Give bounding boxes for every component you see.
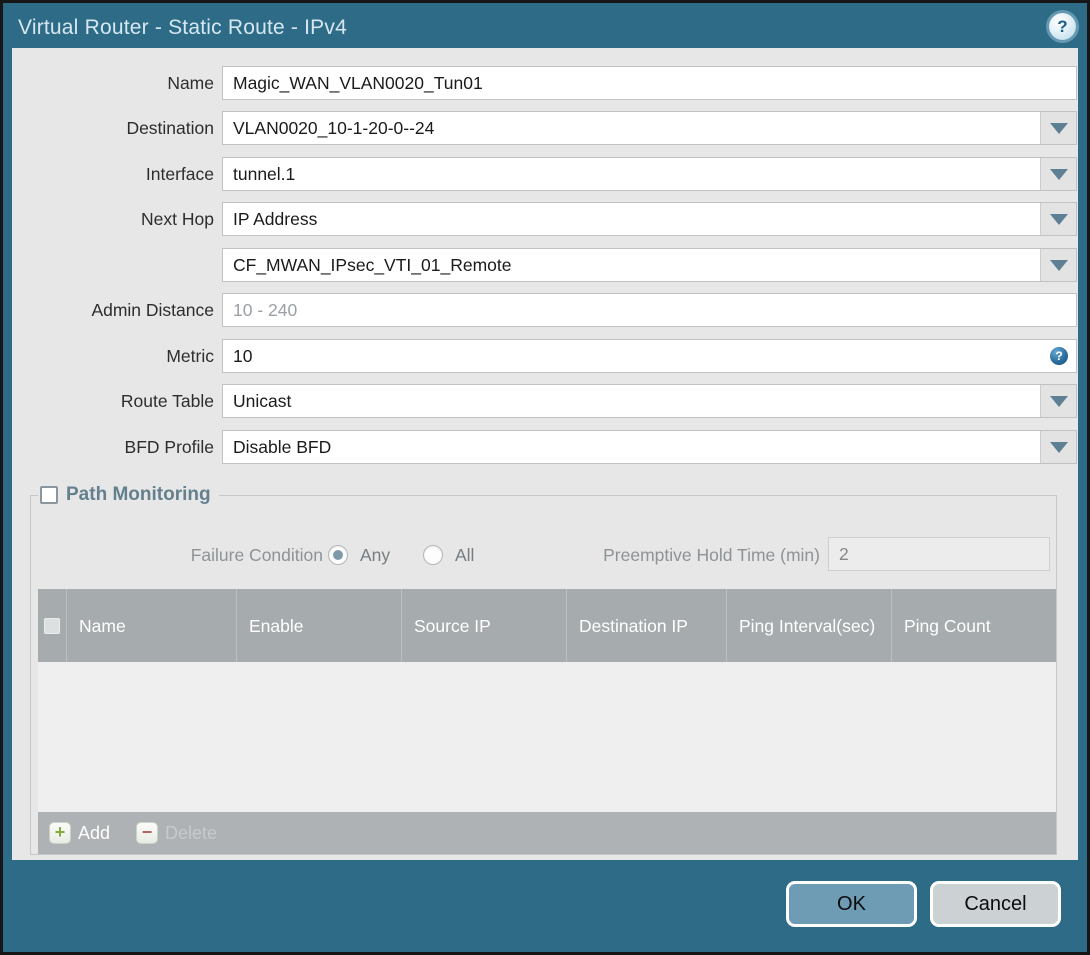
select-all-checkbox[interactable] — [44, 617, 60, 634]
chevron-down-icon — [1049, 395, 1068, 407]
delete-button[interactable]: − Delete — [136, 822, 217, 844]
failure-condition-any-radio[interactable] — [328, 545, 348, 565]
admin-distance-input[interactable] — [222, 293, 1077, 327]
path-monitoring-legend: Path Monitoring — [38, 484, 219, 506]
cancel-button[interactable]: Cancel — [930, 881, 1061, 927]
interface-field-wrap — [222, 157, 1077, 191]
add-button-label: Add — [78, 822, 111, 843]
column-header-enable[interactable]: Enable — [237, 589, 402, 662]
delete-minus-icon: − — [136, 821, 159, 844]
plus-glyph: + — [54, 822, 66, 842]
failure-condition-all-label: All — [455, 545, 475, 565]
ok-button[interactable]: OK — [786, 881, 917, 927]
table-footer-bar: + Add − Delete — [38, 812, 1056, 854]
name-input[interactable] — [222, 66, 1077, 100]
route-table-dropdown-button[interactable] — [1040, 385, 1076, 417]
column-header-destination-ip[interactable]: Destination IP — [567, 589, 727, 662]
table-header-checkbox-cell — [38, 589, 67, 662]
help-icon-glyph: ? — [1057, 16, 1068, 36]
chevron-down-icon — [1049, 213, 1068, 225]
bfd-profile-label: BFD Profile — [124, 437, 214, 457]
column-header-name[interactable]: Name — [67, 589, 237, 662]
admin-distance-field-wrap — [222, 293, 1077, 327]
route-table-field-wrap — [222, 384, 1077, 418]
next-hop-address-field-wrap — [222, 248, 1077, 282]
failure-condition-any-label: Any — [360, 545, 391, 565]
path-monitoring-checkbox[interactable] — [40, 486, 58, 504]
next-hop-dropdown-button[interactable] — [1040, 203, 1076, 235]
chevron-down-icon — [1049, 122, 1068, 134]
next-hop-field-wrap — [222, 202, 1077, 236]
destination-dropdown-button[interactable] — [1040, 112, 1076, 144]
path-monitoring-section: Path Monitoring Failure Condition Any Al… — [30, 484, 1057, 855]
interface-input[interactable] — [223, 158, 1040, 190]
destination-label: Destination — [126, 118, 214, 138]
add-button[interactable]: + Add — [49, 822, 110, 844]
chevron-down-icon — [1049, 259, 1068, 271]
path-monitoring-title: Path Monitoring — [66, 484, 211, 505]
next-hop-label: Next Hop — [141, 209, 214, 229]
preemptive-hold-time-input[interactable] — [828, 537, 1050, 571]
minus-glyph: − — [141, 821, 153, 842]
bfd-profile-dropdown-button[interactable] — [1040, 431, 1076, 463]
column-header-source-ip[interactable]: Source IP — [402, 589, 567, 662]
next-hop-address-dropdown-button[interactable] — [1040, 249, 1076, 281]
table-header-row: Name Enable Source IP Destination IP Pin… — [38, 589, 1056, 662]
column-header-ping-interval[interactable]: Ping Interval(sec) — [727, 589, 892, 662]
failure-condition-label: Failure Condition — [190, 545, 323, 565]
delete-button-label: Delete — [165, 822, 218, 843]
column-header-ping-count[interactable]: Ping Count — [892, 589, 1056, 662]
interface-dropdown-button[interactable] — [1040, 158, 1076, 190]
bfd-profile-field-wrap — [222, 430, 1077, 464]
static-route-dialog: Virtual Router - Static Route - IPv4 ? N… — [0, 0, 1090, 955]
route-table-input[interactable] — [223, 385, 1040, 417]
preemptive-hold-time-label: Preemptive Hold Time (min) — [603, 545, 820, 565]
chevron-down-icon — [1049, 441, 1068, 453]
dialog-title: Virtual Router - Static Route - IPv4 — [18, 16, 347, 39]
bfd-profile-input[interactable] — [223, 431, 1040, 463]
metric-help-glyph: ? — [1055, 349, 1063, 363]
destination-input[interactable] — [223, 112, 1040, 144]
destination-field-wrap — [222, 111, 1077, 145]
metric-field-wrap: ? — [222, 339, 1077, 373]
help-icon[interactable]: ? — [1049, 13, 1076, 40]
next-hop-type-input[interactable] — [223, 203, 1040, 235]
admin-distance-label: Admin Distance — [91, 300, 214, 320]
route-table-label: Route Table — [120, 391, 214, 411]
metric-help-icon[interactable]: ? — [1050, 347, 1068, 365]
chevron-down-icon — [1049, 168, 1068, 180]
path-monitoring-table: Name Enable Source IP Destination IP Pin… — [38, 589, 1056, 854]
add-plus-icon: + — [49, 822, 71, 844]
next-hop-address-input[interactable] — [223, 249, 1040, 281]
metric-label: Metric — [166, 346, 214, 366]
failure-condition-all-radio[interactable] — [423, 545, 443, 565]
interface-label: Interface — [145, 164, 214, 184]
name-field-wrap — [222, 66, 1077, 100]
metric-input[interactable] — [222, 339, 1077, 373]
name-label: Name — [167, 73, 214, 93]
table-body-empty — [38, 662, 1056, 812]
